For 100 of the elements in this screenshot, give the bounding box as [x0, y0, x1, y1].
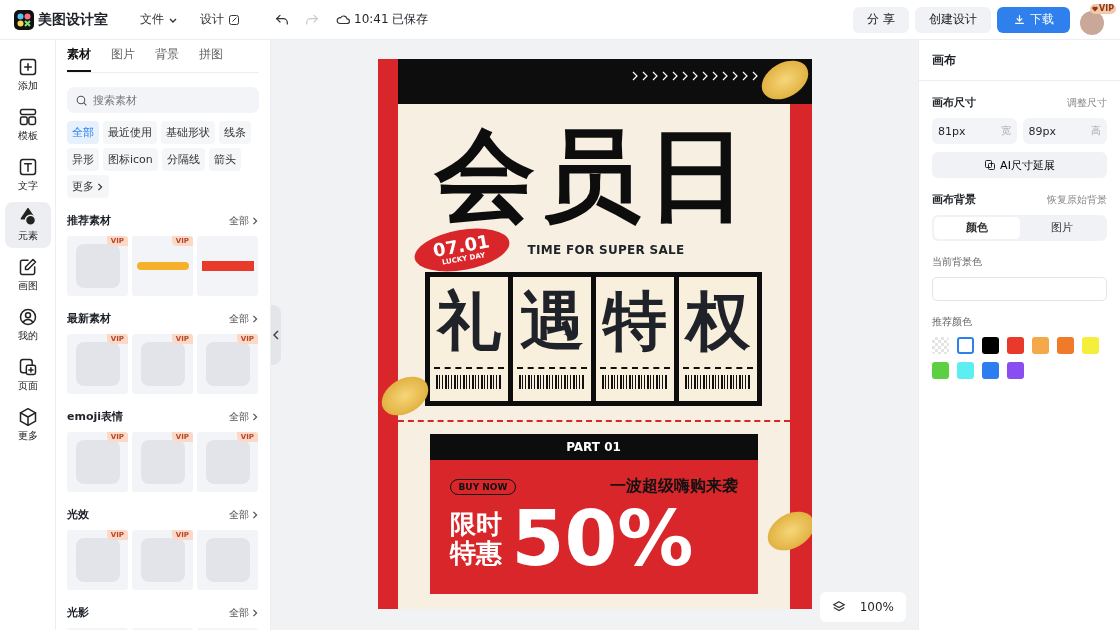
color-swatch[interactable]: [1032, 337, 1049, 354]
collapse-handle[interactable]: [271, 305, 281, 365]
layers-icon: [831, 600, 846, 614]
sidebar-item[interactable]: 添加: [4, 52, 51, 98]
color-swatch[interactable]: [957, 337, 974, 354]
color-swatch[interactable]: [1007, 362, 1024, 379]
panel-tab[interactable]: 图片: [111, 46, 135, 72]
chevron-right-icon: [96, 182, 104, 191]
resize-link[interactable]: 调整尺寸: [1067, 95, 1107, 110]
size-field[interactable]: 81px 宽: [932, 118, 1017, 144]
download-button[interactable]: 下载: [997, 6, 1070, 33]
header-button[interactable]: 创建设计: [915, 6, 991, 33]
photo-placeholder: [205, 440, 250, 484]
barcode-icon: [602, 375, 668, 389]
layout-icon: [17, 107, 38, 127]
filter-chip[interactable]: 全部: [67, 121, 99, 144]
part-banner: PART 01: [429, 434, 758, 460]
chevron-right-icon: [251, 216, 259, 225]
filter-chip[interactable]: 线条: [219, 121, 251, 144]
reset-background-link[interactable]: 恢复原始背景: [1047, 192, 1107, 207]
size-field[interactable]: 89px 高: [1022, 118, 1107, 144]
promo-text: 特惠: [449, 539, 502, 568]
section-title: 最新素材: [67, 311, 111, 326]
chevron-left-icon: [273, 330, 279, 340]
panel-tab[interactable]: 素材: [67, 46, 91, 72]
sidebar-item[interactable]: 画图: [4, 252, 51, 298]
photo-placeholder: [140, 342, 185, 386]
photo-placeholder: [140, 440, 185, 484]
chevron-right-icon: [251, 412, 259, 421]
chevron-right-icon: [251, 314, 259, 323]
panel-tab[interactable]: 拼图: [199, 46, 223, 72]
unit-label: 宽: [1000, 124, 1011, 138]
sale-slogan: 一波超级嗨购来袭: [609, 476, 738, 497]
ticket-card: 礼: [430, 277, 508, 401]
chevron-right-icon: [251, 510, 259, 519]
search-field[interactable]: 搜索素材: [67, 87, 259, 113]
see-all-link[interactable]: 全部: [229, 507, 259, 522]
filter-chip[interactable]: 最近使用: [103, 121, 157, 144]
color-swatch[interactable]: [932, 337, 949, 354]
section-title: emoji表情: [67, 409, 124, 424]
filter-chip[interactable]: 更多: [67, 175, 109, 198]
sidebar-item[interactable]: 文字: [4, 152, 51, 198]
segment-tab[interactable]: 颜色: [934, 217, 1020, 239]
photo-placeholder: [140, 538, 185, 582]
zoom-control[interactable]: 100%: [819, 592, 906, 622]
color-swatch[interactable]: [932, 362, 949, 379]
color-swatch[interactable]: [957, 362, 974, 379]
sidebar-item[interactable]: 页面: [4, 352, 51, 398]
color-swatch[interactable]: [982, 337, 999, 354]
pencil-box-icon: [17, 257, 38, 277]
sidebar-item[interactable]: 我的: [4, 302, 51, 348]
menu-item[interactable]: 设计: [192, 7, 248, 32]
field-label: 画布尺寸: [932, 95, 976, 110]
filter-chip[interactable]: 基础形状: [161, 121, 215, 144]
app-name: 美图设计室: [38, 10, 108, 29]
barcode-icon: [685, 375, 751, 389]
see-all-link[interactable]: 全部: [229, 605, 259, 620]
color-swatch[interactable]: [1007, 337, 1024, 354]
edit-icon: [228, 13, 240, 26]
section-title: 光影: [67, 605, 89, 620]
plus-box-icon: [17, 57, 38, 77]
user-avatar[interactable]: [1080, 10, 1104, 35]
promo-text: 限时: [449, 510, 502, 539]
app-logo-icon: [14, 9, 34, 30]
photo-placeholder: [75, 538, 120, 582]
user-icon: [17, 307, 38, 327]
search-icon: [75, 94, 88, 107]
see-all-link[interactable]: 全部: [229, 409, 259, 424]
color-swatch[interactable]: [982, 362, 999, 379]
ticket-card: 遇: [513, 277, 591, 401]
photo-placeholder: [75, 342, 120, 386]
download-icon: [1013, 13, 1026, 26]
section-title: 光效: [67, 507, 89, 522]
field-label: 画布背景: [932, 192, 976, 207]
color-field[interactable]: [932, 277, 1107, 301]
filter-chip[interactable]: 分隔线: [161, 148, 205, 171]
panel-tab[interactable]: 背景: [155, 46, 179, 72]
ticket-card: 权: [679, 277, 757, 401]
sidebar-item[interactable]: 更多: [4, 402, 51, 448]
poster-tagline: TIME FOR SUPER SALE: [527, 243, 685, 257]
filter-chip[interactable]: 箭头: [208, 148, 241, 171]
see-all-link[interactable]: 全部: [229, 311, 259, 326]
color-swatch[interactable]: [1082, 337, 1099, 354]
rectangle-shape: [201, 261, 254, 271]
ai-resize-button[interactable]: AI尺寸延展: [932, 152, 1107, 178]
photo-placeholder: [75, 244, 120, 288]
segment-tab[interactable]: 图片: [1019, 217, 1105, 239]
sidebar-item[interactable]: 元素: [4, 202, 51, 248]
sidebar-item[interactable]: 模板: [4, 102, 51, 148]
barcode-icon: [436, 375, 502, 389]
header-button[interactable]: 分 享: [853, 6, 909, 33]
menu-item[interactable]: 文件: [132, 7, 186, 32]
filter-chip[interactable]: 异形: [67, 148, 99, 171]
color-swatch[interactable]: [1057, 337, 1074, 354]
see-all-link[interactable]: 全部: [229, 213, 259, 228]
panel-title: 画布: [919, 40, 1120, 81]
chevron-right-icon: [251, 608, 259, 617]
photo-placeholder: [75, 440, 120, 484]
filter-chip[interactable]: 图标icon: [103, 148, 158, 171]
field-label: 当前背景色: [932, 255, 983, 269]
